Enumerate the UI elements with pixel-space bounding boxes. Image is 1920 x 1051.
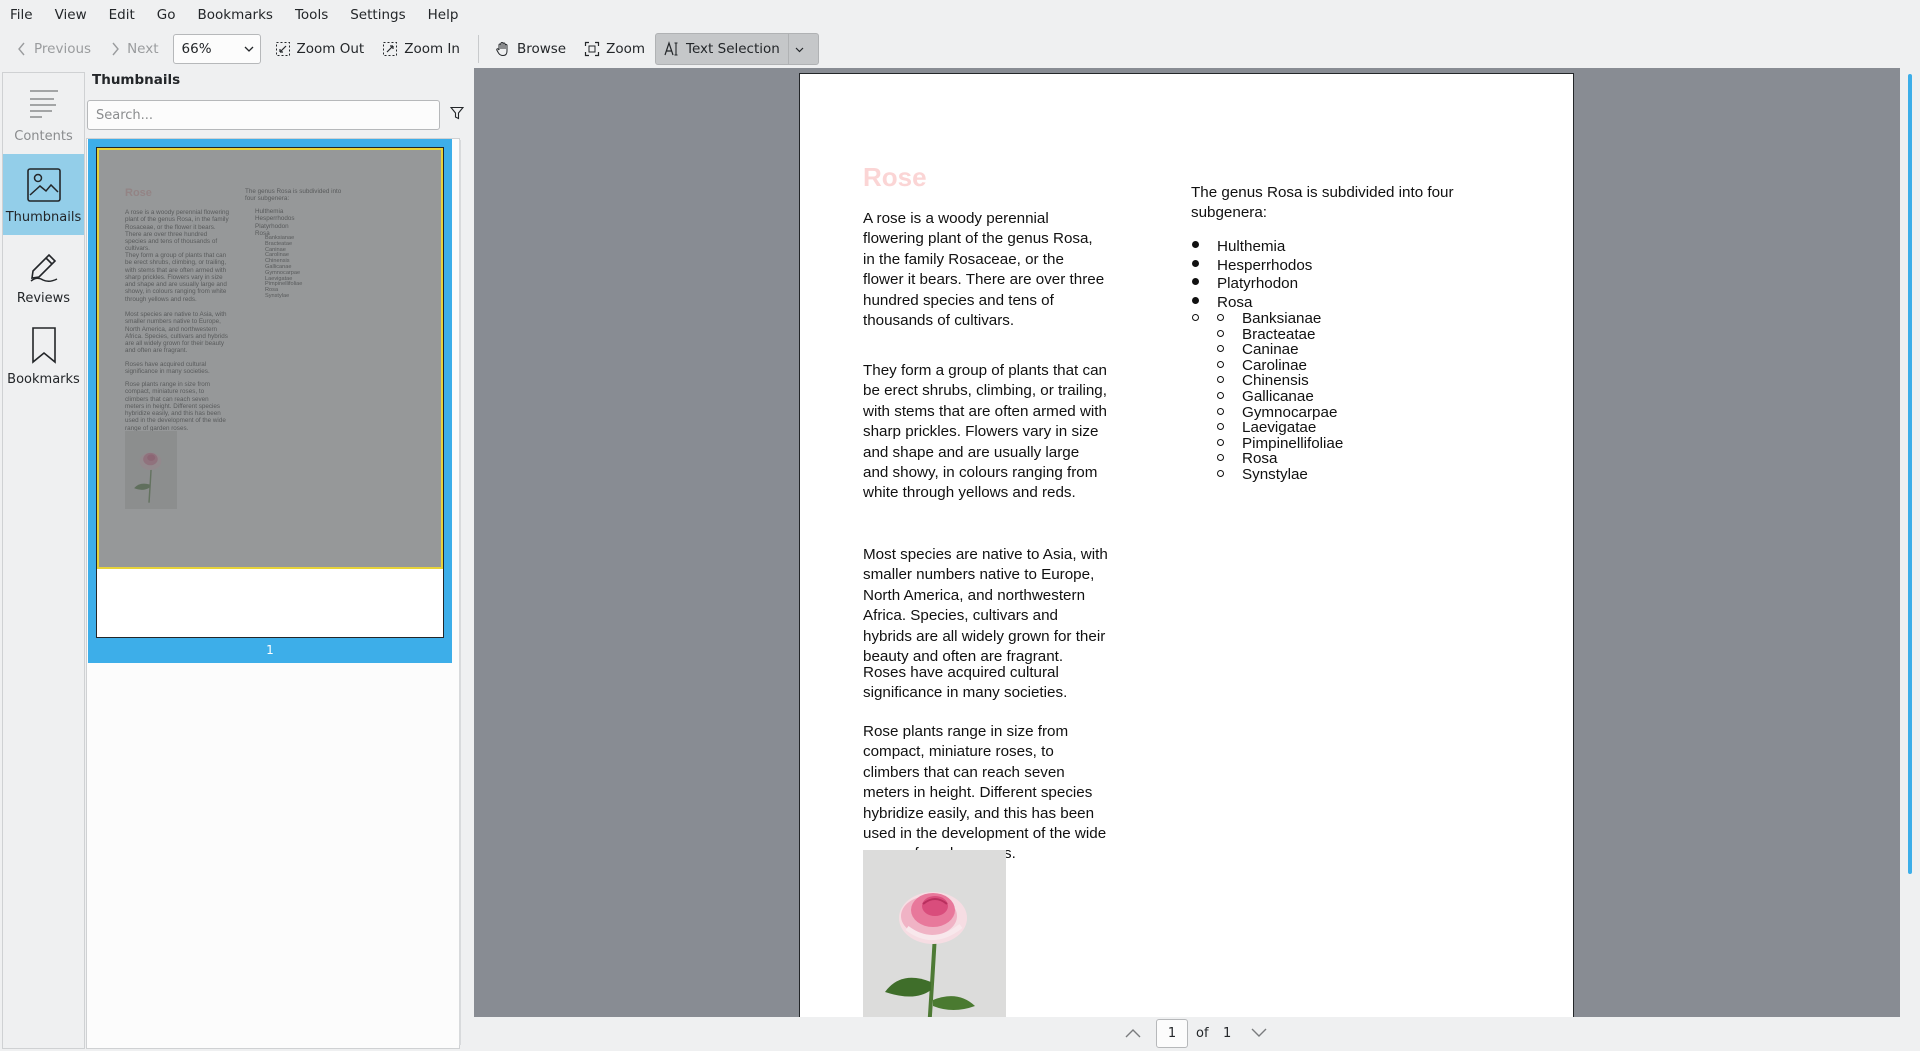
section-item: Gymnocarpae — [1191, 404, 1343, 421]
section-item: Synstylae — [1191, 467, 1343, 483]
section-item: Carolinae — [1191, 358, 1343, 374]
section-item: Chinensis — [1191, 373, 1343, 389]
chevron-right-icon — [112, 42, 119, 56]
contents-icon — [29, 90, 58, 118]
menu-bar: File View Edit Go Bookmarks Tools Settin… — [0, 0, 1920, 30]
rose-picture — [863, 850, 1006, 1017]
zoom-tool-button[interactable]: Zoom — [576, 33, 653, 65]
paragraph-4: Roses have acquired cultural significanc… — [863, 664, 1068, 702]
toolbar-separator — [477, 35, 479, 63]
subgenus-item: Hesperrhodos — [1191, 257, 1312, 276]
filter-icon[interactable] — [450, 106, 464, 120]
thumbnail-item[interactable]: Rose A rose is a woody perennial floweri… — [88, 139, 452, 663]
next-button[interactable]: Next — [101, 33, 166, 65]
rose-image — [863, 850, 1006, 1017]
document-page: Rose A rose is a woody perennial floweri… — [799, 73, 1574, 1017]
next-label: Next — [127, 41, 159, 57]
zoom-in-label: Zoom In — [404, 41, 460, 57]
right-column-intro: The genus Rosa is subdivided into four s… — [1191, 184, 1454, 222]
menu-help[interactable]: Help — [422, 0, 465, 30]
reviews-icon — [30, 253, 57, 283]
text-selection-button[interactable]: Text Selection — [655, 33, 819, 65]
document-title: Rose — [863, 162, 927, 192]
thumbnails-scrollbar[interactable] — [456, 140, 464, 1045]
zoom-in-icon — [383, 42, 398, 56]
page-number-input[interactable]: 1 — [1156, 1019, 1188, 1048]
previous-label: Previous — [34, 41, 92, 57]
document-scrollbar-handle[interactable] — [1908, 74, 1912, 874]
zoom-area-icon — [585, 41, 600, 57]
paragraph-5: Rose plants range in size from compact, … — [863, 723, 1107, 862]
subgenus-item: Hulthemia — [1191, 238, 1312, 257]
page-of-label: of — [1196, 1026, 1209, 1041]
tab-bookmarks[interactable]: Bookmarks — [3, 316, 84, 397]
browse-label: Browse — [516, 41, 567, 57]
thumbnail-list: Rose A rose is a woody perennial floweri… — [86, 138, 460, 1049]
thumbnails-panel: Thumbnails Rose A rose is a woody perenn… — [86, 68, 472, 1049]
toolbar: Previous Next 66% Zoom Out Zoom In Brows… — [0, 30, 1920, 68]
text-select-icon — [664, 41, 678, 56]
text-selection-dropdown[interactable] — [787, 34, 810, 64]
next-page-icon[interactable] — [1250, 1027, 1268, 1039]
sidebar-tabs: Contents Thumbnails Reviews Bookmarks — [2, 72, 85, 1049]
paragraph-2: They form a group of plants that can be … — [863, 362, 1107, 502]
previous-button[interactable]: Previous — [8, 33, 99, 65]
section-item: Caninae — [1191, 342, 1343, 358]
tab-reviews-label: Reviews — [16, 291, 71, 306]
zoom-tool-label: Zoom — [606, 41, 646, 57]
tab-thumbnails-label: Thumbnails — [5, 210, 82, 225]
browse-button[interactable]: Browse — [487, 33, 574, 65]
menu-go[interactable]: Go — [151, 0, 182, 30]
menu-edit[interactable]: Edit — [103, 0, 141, 30]
thumbnails-icon — [26, 168, 61, 202]
section-item: Rosa — [1191, 451, 1343, 467]
tab-contents[interactable]: Contents — [3, 73, 84, 154]
thumbnails-panel-title: Thumbnails — [92, 72, 181, 88]
chevron-left-icon — [18, 42, 25, 56]
document-view[interactable]: Rose A rose is a woody perennial floweri… — [474, 68, 1900, 1017]
menu-bookmarks[interactable]: Bookmarks — [192, 0, 279, 30]
section-item: Gallicanae — [1191, 389, 1343, 405]
section-item: Bracteatae — [1191, 326, 1343, 343]
section-item: Laevigatae — [1191, 420, 1343, 436]
subgenera-list: Hulthemia Hesperrhodos Platyrhodon Rosa — [1191, 238, 1312, 312]
menu-view[interactable]: View — [49, 0, 93, 30]
sections-list: Banksianae Bracteatae Caninae Carolinae Chin… — [1191, 311, 1343, 483]
thumbnails-search-input[interactable] — [87, 100, 440, 130]
page-total: 1 — [1223, 1026, 1232, 1041]
section-item: Pimpinellifoliae — [1191, 436, 1343, 452]
bookmarks-icon — [31, 327, 56, 364]
hand-icon — [496, 41, 508, 57]
thumbnail-visible-area — [97, 148, 443, 569]
document-scrollbar[interactable] — [1900, 68, 1920, 1017]
zoom-out-label: Zoom Out — [296, 41, 365, 57]
zoom-in-button[interactable]: Zoom In — [374, 33, 468, 65]
thumbnail-page-number: 1 — [266, 643, 274, 657]
tab-reviews[interactable]: Reviews — [3, 235, 84, 316]
zoom-out-icon — [275, 42, 290, 56]
menu-tools[interactable]: Tools — [289, 0, 334, 30]
tab-thumbnails[interactable]: Thumbnails — [3, 154, 84, 235]
thumbnail-page-preview: Rose A rose is a woody perennial floweri… — [96, 147, 444, 638]
chevron-down-icon — [244, 46, 253, 52]
menu-settings[interactable]: Settings — [344, 0, 411, 30]
previous-page-icon[interactable] — [1124, 1027, 1142, 1039]
menu-file[interactable]: File — [4, 0, 39, 30]
text-selection-label: Text Selection — [686, 41, 780, 57]
zoom-value: 66% — [181, 41, 212, 57]
zoom-out-button[interactable]: Zoom Out — [267, 33, 373, 65]
paragraph-1: A rose is a woody perennial flowering pl… — [863, 210, 1105, 330]
zoom-select[interactable]: 66% — [172, 34, 261, 64]
subgenus-item: Platyrhodon — [1191, 275, 1312, 294]
section-item: Banksianae — [1191, 311, 1343, 327]
tab-bookmarks-label: Bookmarks — [7, 372, 80, 387]
paragraph-3: Most species are native to Asia, with sm… — [863, 546, 1108, 666]
chevron-down-icon — [795, 47, 804, 52]
tab-contents-label: Contents — [14, 129, 73, 144]
page-navigation-bar: 1 of 1 — [474, 1017, 1920, 1051]
